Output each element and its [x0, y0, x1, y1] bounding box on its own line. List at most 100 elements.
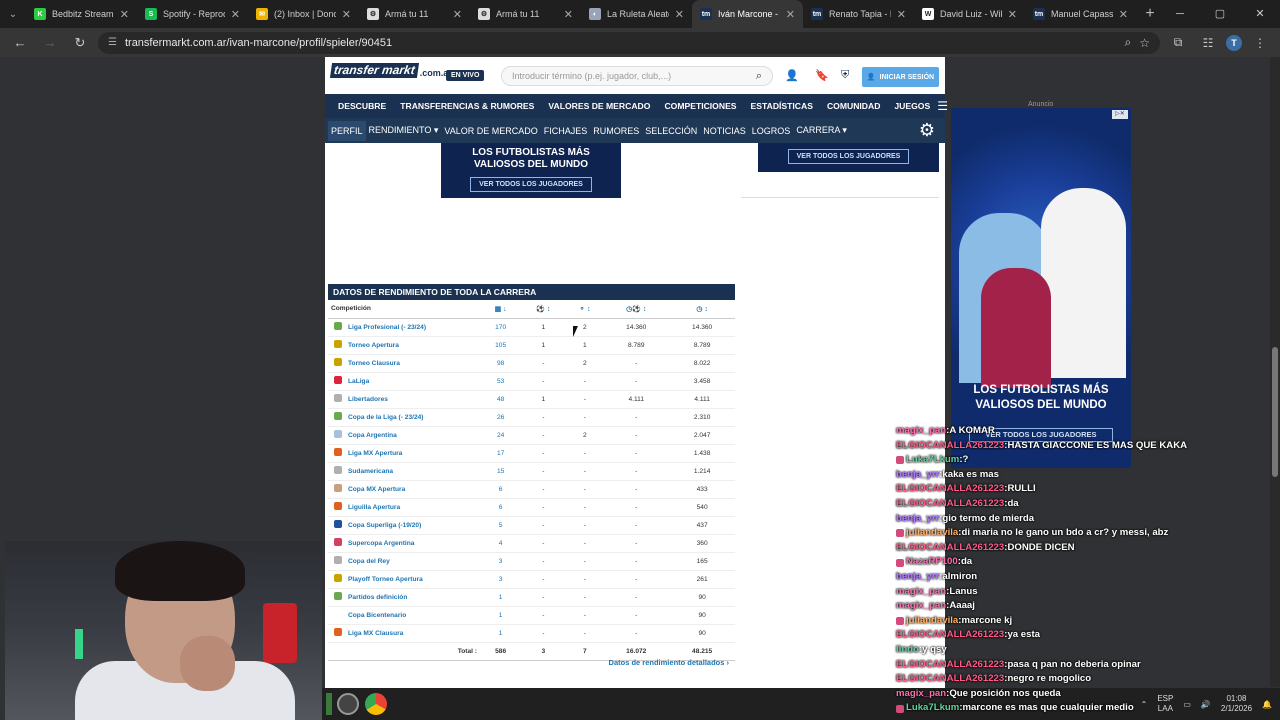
promo-banner-left[interactable]: LOS FUTBOLISTAS MÁS VALIOSOS DEL MUNDO V…: [441, 143, 621, 198]
appearances-cell[interactable]: 17: [481, 444, 521, 463]
appearances-cell[interactable]: 105: [481, 336, 521, 355]
appearances-cell[interactable]: 3: [481, 552, 521, 571]
browser-tab[interactable]: ⚙ Armá tu 11 ✕: [470, 0, 581, 28]
competition-name[interactable]: Liga MX Clausura: [348, 624, 481, 643]
menu-icon[interactable]: ⋮: [1248, 36, 1272, 50]
profile-avatar[interactable]: T: [1226, 34, 1242, 51]
appearances-cell[interactable]: 15: [481, 462, 521, 481]
bookmark-star-icon[interactable]: ☆: [1139, 36, 1150, 50]
tab-close-icon[interactable]: ✕: [231, 8, 240, 21]
appearances-cell[interactable]: 6: [481, 480, 521, 499]
chrome-icon[interactable]: [365, 693, 387, 715]
extensions-icon[interactable]: ⧉: [1166, 35, 1190, 50]
nav-competitions[interactable]: COMPETICIONES: [657, 101, 743, 111]
competition-name[interactable]: Liguilla Apertura: [348, 498, 481, 517]
appearances-cell[interactable]: 53: [481, 372, 521, 391]
subnav-national-team[interactable]: SELECCIÓN: [642, 126, 700, 136]
tab-search-icon[interactable]: ⌄: [0, 9, 26, 20]
competition-name[interactable]: Torneo Apertura: [348, 336, 481, 355]
appearances-cell[interactable]: 1: [481, 624, 521, 643]
nav-games[interactable]: JUEGOS: [887, 101, 937, 111]
nav-statistics[interactable]: ESTADÍSTICAS: [744, 101, 820, 111]
appearances-cell[interactable]: 24: [481, 426, 521, 445]
tab-close-icon[interactable]: ✕: [1119, 8, 1128, 21]
hamburger-menu-icon[interactable]: ☰: [937, 99, 948, 113]
reload-button[interactable]: ↻: [68, 35, 92, 51]
appearances-cell[interactable]: 1: [481, 606, 521, 625]
nav-community[interactable]: COMUNIDAD: [820, 101, 887, 111]
tab-close-icon[interactable]: ✕: [675, 8, 684, 21]
competition-name[interactable]: Supercopa Argentina: [348, 534, 481, 553]
address-bar[interactable]: ☰ transfermarkt.com.ar/ivan-marcone/prof…: [98, 31, 1160, 54]
competition-name[interactable]: Copa Bicentenario: [348, 606, 481, 625]
col-appearances[interactable]: ▦ ↓: [481, 300, 521, 319]
user-search-icon[interactable]: 👤: [785, 69, 799, 82]
live-badge[interactable]: EN VIVO: [446, 70, 485, 81]
subnav-rumours[interactable]: RUMORES: [590, 126, 642, 136]
tab-close-icon[interactable]: ✕: [120, 8, 129, 21]
zoom-icon[interactable]: ⌕: [1125, 35, 1132, 50]
maximize-button[interactable]: ▢: [1200, 0, 1240, 28]
tab-close-icon[interactable]: ✕: [1008, 8, 1017, 21]
tab-close-icon[interactable]: ✕: [786, 8, 795, 21]
competition-name[interactable]: Playoff Torneo Apertura: [348, 570, 481, 589]
tab-close-icon[interactable]: ✕: [342, 8, 351, 21]
advertisement-banner[interactable]: ▷✕ LOS FUTBOLISTAS MÁS VALIOSOS DEL MUND…: [951, 108, 1131, 468]
browser-tab[interactable]: W David Luiz - Wikip ✕: [914, 0, 1025, 28]
ad-close-icon[interactable]: ▷✕: [1112, 110, 1128, 119]
minimize-button[interactable]: ─: [1160, 0, 1200, 28]
tab-close-icon[interactable]: ✕: [453, 8, 462, 21]
url-text[interactable]: transfermarkt.com.ar/ivan-marcone/profil…: [125, 37, 1117, 49]
col-goals[interactable]: ⚽ ↕: [520, 300, 567, 319]
subnav-transfers[interactable]: FICHAJES: [541, 126, 591, 136]
competition-name[interactable]: Copa de la Liga (- 23/24): [348, 408, 481, 427]
subnav-achievements[interactable]: LOGROS: [749, 126, 794, 136]
bookmark-icon[interactable]: 🔖: [815, 69, 829, 82]
appearances-cell[interactable]: 3: [481, 570, 521, 589]
nav-discover[interactable]: DESCUBRE: [331, 101, 393, 111]
promo-button-right[interactable]: VER TODOS LOS JUGADORES: [787, 149, 910, 164]
appearances-cell[interactable]: 1: [481, 588, 521, 607]
browser-tab[interactable]: S Spotify - Reprodu ✕: [137, 0, 248, 28]
promo-banner-right[interactable]: VER TODOS LOS JUGADORES: [758, 143, 939, 172]
competition-name[interactable]: Libertadores: [348, 390, 481, 409]
site-info-icon[interactable]: ☰: [108, 37, 117, 48]
browser-tab[interactable]: tm Renato Tapia - Pe ✕: [803, 0, 914, 28]
competition-name[interactable]: Copa Superliga (-19/20): [348, 516, 481, 535]
subnav-news[interactable]: NOTICIAS: [700, 126, 749, 136]
competition-name[interactable]: LaLiga: [348, 372, 481, 391]
obs-icon[interactable]: [337, 693, 359, 715]
col-minutes[interactable]: ◷ ↕: [669, 300, 735, 319]
competition-name[interactable]: Partidos definición: [348, 588, 481, 607]
subnav-career[interactable]: CARRERA ▾: [793, 125, 850, 136]
competition-name[interactable]: Copa MX Apertura: [348, 480, 481, 499]
nav-market-values[interactable]: VALORES DE MERCADO: [541, 101, 657, 111]
appearances-cell[interactable]: 4: [481, 534, 521, 553]
appearances-cell[interactable]: 5: [481, 516, 521, 535]
site-search-input[interactable]: Introducir término (p.ej. jugador, club,…: [501, 66, 773, 86]
appearances-cell[interactable]: 26: [481, 408, 521, 427]
tab-groups-icon[interactable]: ☷: [1196, 36, 1220, 50]
detailed-performance-link[interactable]: Datos de rendimiento detallados ›: [609, 658, 729, 667]
competition-name[interactable]: Torneo Clausura: [348, 354, 481, 373]
appearances-cell[interactable]: 48: [481, 390, 521, 409]
col-minutes-per-goal[interactable]: ◷⚽ ↕: [603, 300, 670, 319]
login-button[interactable]: 👤 INICIAR SESIÓN: [862, 67, 939, 87]
close-window-button[interactable]: ✕: [1240, 0, 1280, 28]
forward-button[interactable]: →: [38, 35, 62, 50]
promo-button[interactable]: VER TODOS LOS JUGADORES: [470, 177, 592, 192]
browser-tab[interactable]: ◐ La Ruleta Aleator ✕: [581, 0, 692, 28]
transfermarkt-logo[interactable]: transfer markt .com.ar: [329, 63, 452, 78]
competition-name[interactable]: Copa del Rey: [348, 552, 481, 571]
browser-tab[interactable]: K Bedbitz Stream - Y ✕: [26, 0, 137, 28]
subnav-profile[interactable]: PERFIL: [328, 120, 366, 141]
competition-name[interactable]: Sudamericana: [348, 462, 481, 481]
back-button[interactable]: ←: [8, 35, 32, 50]
tab-close-icon[interactable]: ✕: [897, 8, 906, 21]
gear-icon[interactable]: ⚙: [919, 120, 935, 141]
browser-tab[interactable]: tm Iván Marcone - Pe ✕: [692, 0, 803, 28]
competition-name[interactable]: Liga MX Apertura: [348, 444, 481, 463]
subnav-performance[interactable]: RENDIMIENTO ▾: [366, 125, 442, 136]
appearances-cell[interactable]: 170: [481, 318, 521, 337]
subnav-market-value[interactable]: VALOR DE MERCADO: [441, 126, 540, 136]
